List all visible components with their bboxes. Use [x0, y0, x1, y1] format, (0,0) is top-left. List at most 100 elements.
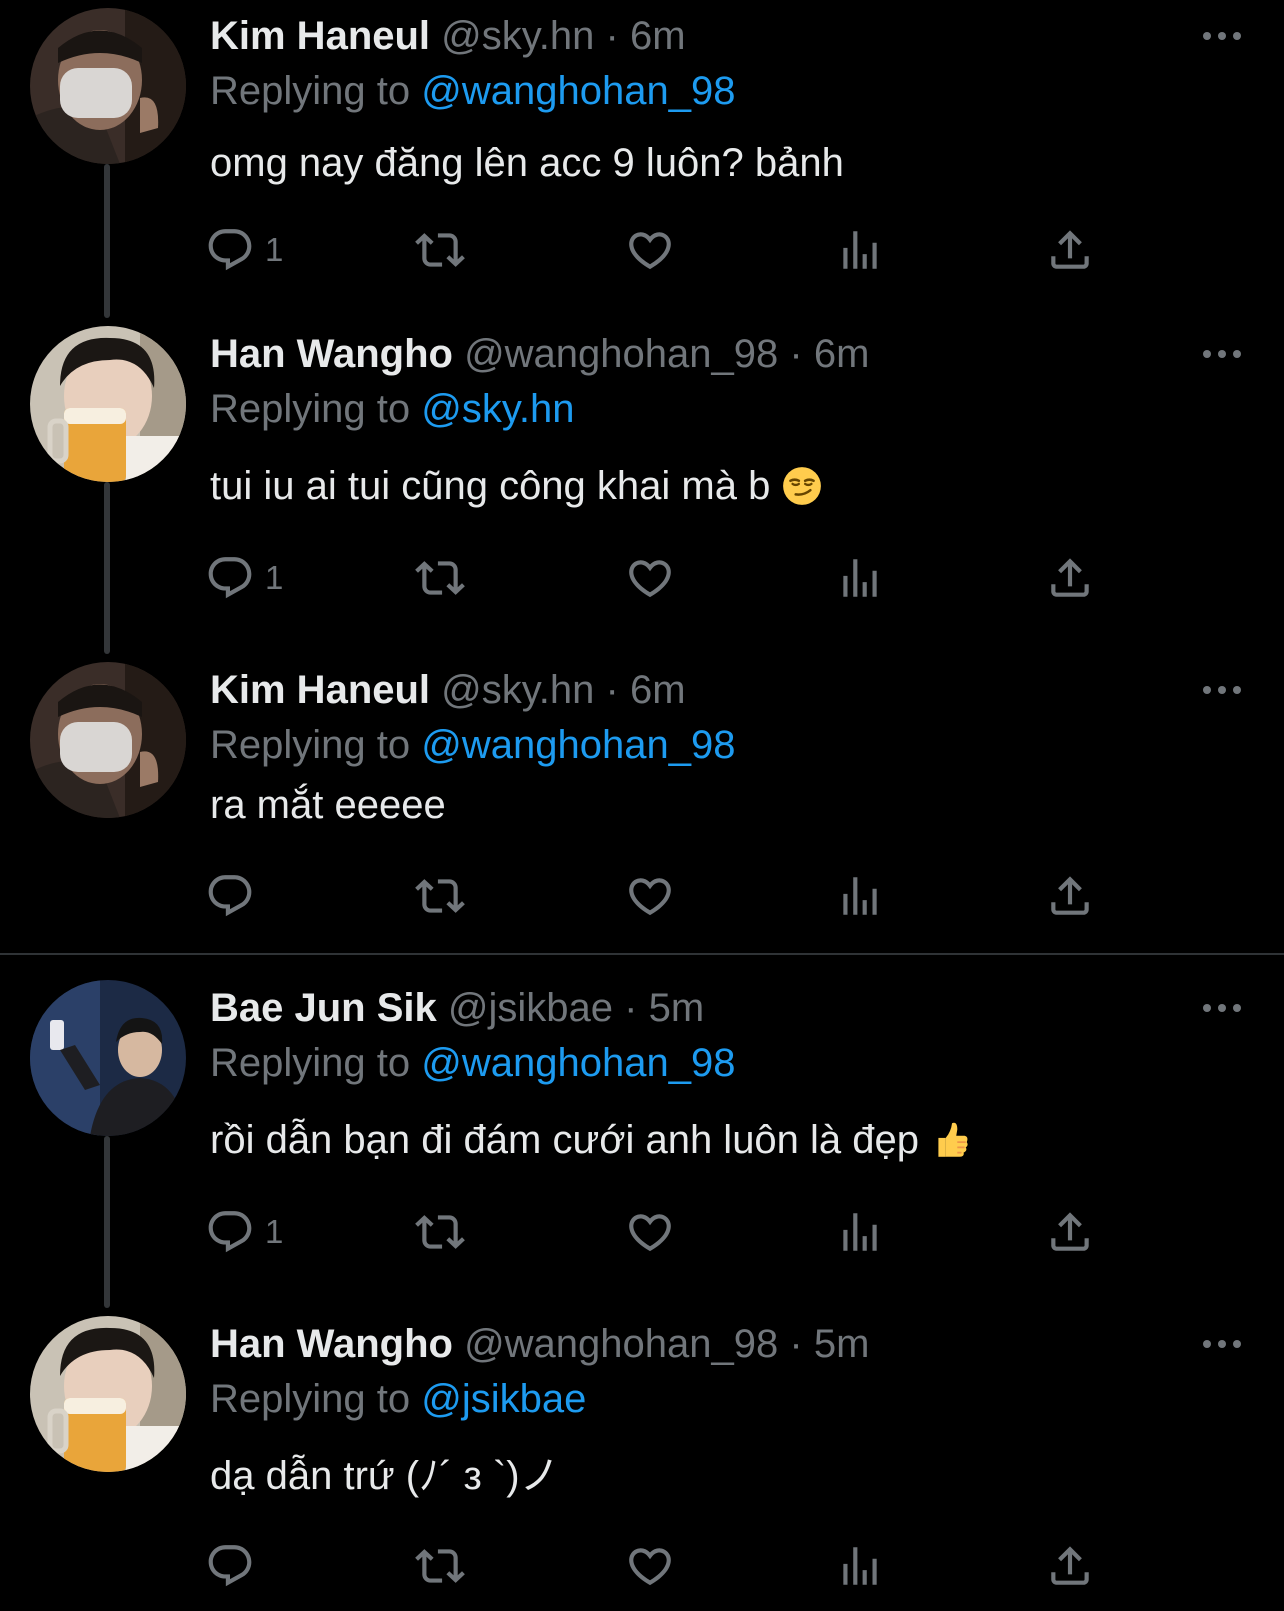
- user-handle[interactable]: @jsikbae: [448, 986, 613, 1030]
- share-button[interactable]: [1045, 1204, 1095, 1260]
- mention-link[interactable]: @jsikbae: [421, 1377, 586, 1421]
- thread-line: [104, 482, 110, 654]
- separator-dot: ·: [605, 668, 619, 712]
- tweet[interactable]: Kim Haneul @sky.hn · 6m Replying to @wan…: [0, 654, 1284, 954]
- share-button[interactable]: [1045, 868, 1095, 924]
- share-button[interactable]: [1045, 222, 1095, 278]
- user-handle[interactable]: @wanghohan_98: [464, 1322, 778, 1366]
- separator-dot: ·: [789, 332, 803, 376]
- share-icon: [1045, 871, 1095, 921]
- views-button[interactable]: [835, 1538, 885, 1594]
- bar-chart-icon: [835, 1207, 885, 1257]
- replying-to: Replying to @sky.hn: [210, 381, 575, 437]
- timestamp[interactable]: 5m: [649, 986, 705, 1030]
- more-options-icon[interactable]: [1200, 342, 1244, 366]
- retweet-icon: [415, 1207, 465, 1257]
- like-button[interactable]: [625, 1204, 675, 1260]
- user-handle[interactable]: @wanghohan_98: [464, 332, 778, 376]
- tweet-header: Han Wangho @wanghohan_98 · 6m: [210, 326, 869, 382]
- share-button[interactable]: [1045, 1538, 1095, 1594]
- views-button[interactable]: [835, 868, 885, 924]
- timestamp[interactable]: 6m: [814, 332, 870, 376]
- reply-button[interactable]: 1: [205, 1204, 283, 1260]
- timestamp[interactable]: 6m: [630, 14, 686, 58]
- thumbs-up-emoji: [930, 1119, 972, 1161]
- tweet[interactable]: Han Wangho @wanghohan_98 · 6m Replying t…: [0, 318, 1284, 654]
- reply-count: 1: [265, 559, 284, 596]
- tweet-text: rồi dẫn bạn đi đám cưới anh luôn là đẹp: [210, 1112, 972, 1168]
- bar-chart-icon: [835, 1541, 885, 1591]
- selfie-person-avatar[interactable]: [30, 980, 186, 1136]
- tweet-actions: [210, 1538, 1210, 1594]
- replying-to: Replying to @wanghohan_98: [210, 1035, 735, 1091]
- share-icon: [1045, 225, 1095, 275]
- more-options-icon[interactable]: [1200, 996, 1244, 1020]
- person-with-beer-avatar[interactable]: [30, 1316, 186, 1472]
- like-button[interactable]: [625, 550, 675, 606]
- views-button[interactable]: [835, 550, 885, 606]
- replying-to: Replying to @wanghohan_98: [210, 63, 735, 119]
- retweet-icon: [415, 553, 465, 603]
- views-button[interactable]: [835, 1204, 885, 1260]
- user-handle[interactable]: @sky.hn: [441, 14, 594, 58]
- tweet-text: dạ dẫn trứ (ﾉ´ з `)ノ: [210, 1454, 560, 1498]
- person-with-beer-avatar[interactable]: [30, 326, 186, 482]
- replying-to: Replying to @wanghohan_98: [210, 717, 735, 773]
- mention-link[interactable]: @wanghohan_98: [421, 69, 735, 113]
- tweet[interactable]: Bae Jun Sik @jsikbae · 5m Replying to @w…: [0, 972, 1284, 1308]
- display-name[interactable]: Han Wangho: [210, 332, 453, 376]
- display-name[interactable]: Han Wangho: [210, 1322, 453, 1366]
- display-name[interactable]: Kim Haneul: [210, 14, 430, 58]
- bar-chart-icon: [835, 225, 885, 275]
- reply-button[interactable]: 1: [205, 550, 283, 606]
- mention-link[interactable]: @sky.hn: [421, 387, 574, 431]
- tweet[interactable]: Kim Haneul @sky.hn · 6m Replying to @wan…: [0, 0, 1284, 318]
- display-name[interactable]: Bae Jun Sik: [210, 986, 437, 1030]
- views-button[interactable]: [835, 222, 885, 278]
- mention-link[interactable]: @wanghohan_98: [421, 1041, 735, 1085]
- reply-button[interactable]: [205, 868, 265, 924]
- tweet-actions: [210, 868, 1210, 924]
- share-icon: [1045, 1541, 1095, 1591]
- user-handle[interactable]: @sky.hn: [441, 668, 594, 712]
- masked-person-avatar[interactable]: [30, 662, 186, 818]
- more-options-icon[interactable]: [1200, 24, 1244, 48]
- replying-label: Replying to: [210, 1041, 411, 1085]
- tweet-text: ra mắt eeeee: [210, 783, 446, 827]
- reply-button[interactable]: 1: [205, 222, 283, 278]
- more-options-icon[interactable]: [1200, 1332, 1244, 1356]
- display-name[interactable]: Kim Haneul: [210, 668, 430, 712]
- conversation-divider: [0, 953, 1284, 955]
- mention-link[interactable]: @wanghohan_98: [421, 723, 735, 767]
- retweet-button[interactable]: [415, 1538, 465, 1594]
- retweet-button[interactable]: [415, 1204, 465, 1260]
- retweet-button[interactable]: [415, 550, 465, 606]
- timestamp[interactable]: 6m: [630, 668, 686, 712]
- retweet-button[interactable]: [415, 222, 465, 278]
- like-button[interactable]: [625, 222, 675, 278]
- reply-button[interactable]: [205, 1538, 265, 1594]
- heart-icon: [625, 1541, 675, 1591]
- tweet-actions: 1: [210, 1204, 1210, 1260]
- tweet[interactable]: Han Wangho @wanghohan_98 · 5m Replying t…: [0, 1308, 1284, 1611]
- tweet-text-content: rồi dẫn bạn đi đám cưới anh luôn là đẹp: [210, 1118, 920, 1162]
- thread-line: [104, 164, 110, 318]
- tweet-actions: 1: [210, 550, 1210, 606]
- retweet-icon: [415, 225, 465, 275]
- share-button[interactable]: [1045, 550, 1095, 606]
- replying-label: Replying to: [210, 69, 411, 113]
- retweet-icon: [415, 1541, 465, 1591]
- heart-icon: [625, 871, 675, 921]
- tweet-text: tui iu ai tui cũng công khai mà b: [210, 458, 823, 514]
- thread-line: [104, 1136, 110, 1308]
- bar-chart-icon: [835, 553, 885, 603]
- reply-icon: [205, 553, 255, 603]
- tweet-text: omg nay đăng lên acc 9 luôn? bảnh: [210, 141, 844, 185]
- bar-chart-icon: [835, 871, 885, 921]
- masked-person-avatar[interactable]: [30, 8, 186, 164]
- timestamp[interactable]: 5m: [814, 1322, 870, 1366]
- more-options-icon[interactable]: [1200, 678, 1244, 702]
- like-button[interactable]: [625, 868, 675, 924]
- retweet-button[interactable]: [415, 868, 465, 924]
- like-button[interactable]: [625, 1538, 675, 1594]
